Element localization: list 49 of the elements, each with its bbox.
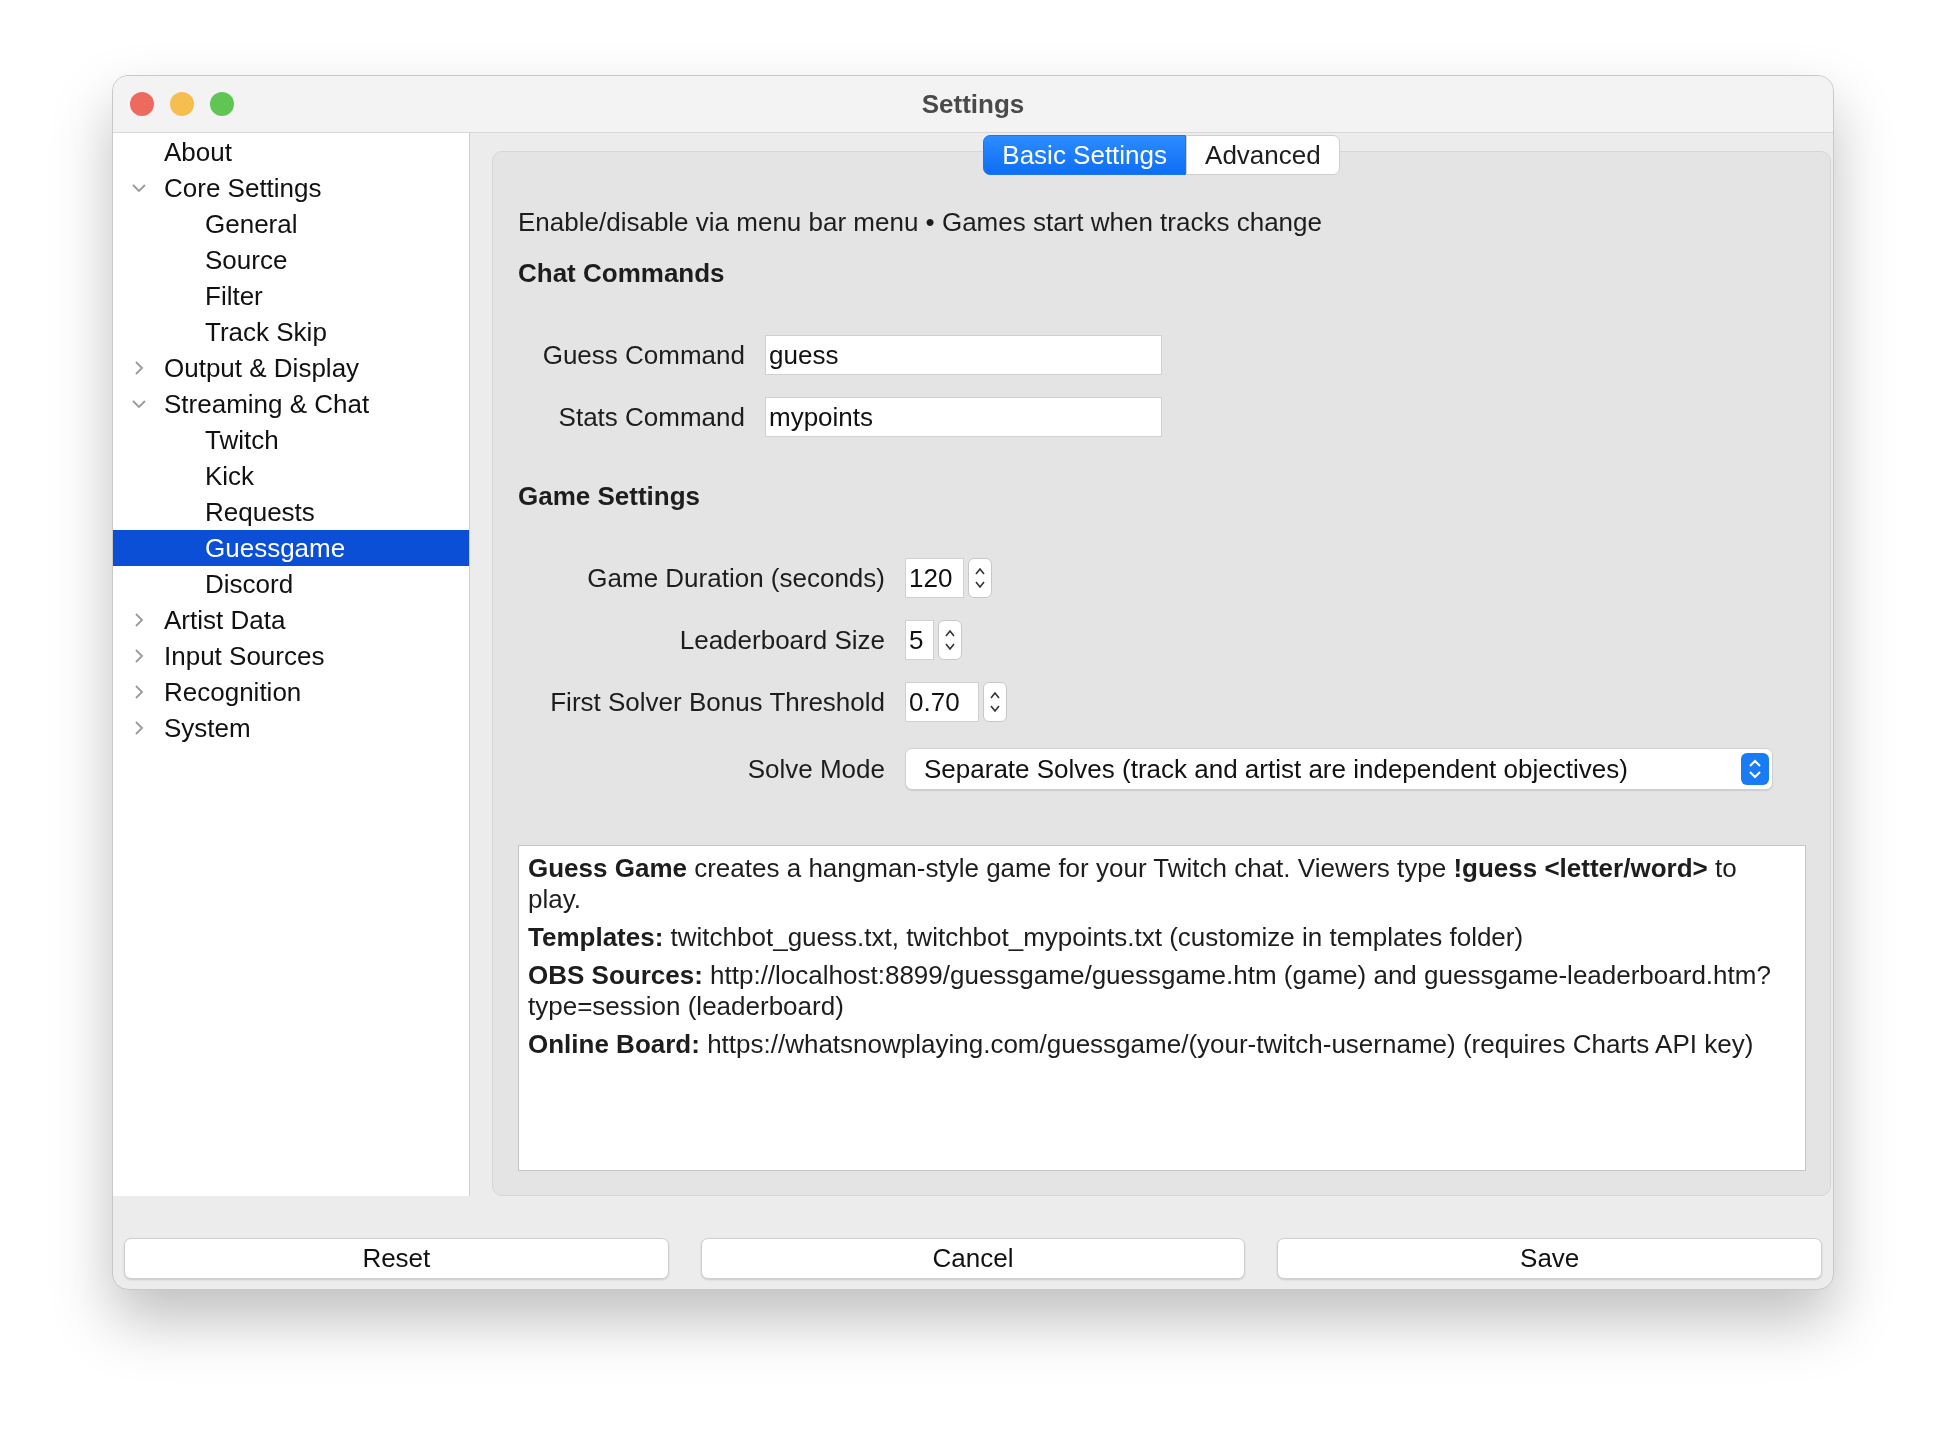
sidebar-item[interactable]: System [113,710,469,746]
zoom-button[interactable] [210,92,234,116]
tab[interactable]: Basic Settings [983,135,1187,175]
field-label: First Solver Bonus Threshold [549,686,885,718]
tab[interactable]: Advanced [1186,135,1340,175]
text-field[interactable]: guess [765,335,1162,375]
field-label: Game Duration (seconds) [586,562,885,594]
dialog-button[interactable]: Reset [124,1238,669,1279]
section-heading: Game Settings [518,480,702,512]
sidebar-item[interactable]: Requests [113,494,469,530]
sidebar-item[interactable]: Recognition [113,674,469,710]
sidebar-item[interactable]: Streaming & Chat [113,386,469,422]
help-paragraph: Guess Game creates a hangman-style game for your Twitch chat. Viewers type !guess <letter/word> to play. [528,853,1738,915]
intro-text: Enable/disable via menu bar menu • Games start when tracks change [518,206,1323,238]
sidebar-item[interactable]: Kick [113,458,469,494]
sidebar-item[interactable]: About [113,134,469,170]
stepper[interactable] [983,682,1007,722]
help-paragraph: OBS Sources: http://localhost:8899/guessgame/guessgame.htm (game) and guessgame-leaderboard.htm?type=session (leaderboard) [528,960,1772,1022]
dialog-button[interactable]: Cancel [700,1238,1246,1279]
close-button[interactable] [130,92,154,116]
sidebar-item[interactable]: Core Settings [113,170,469,206]
sidebar-item[interactable]: General [113,206,469,242]
help-paragraph: Online Board: https://whatsnowplaying.com/guessgame/(your-twitch-username) (requires Charts API key) [528,1029,1755,1060]
up-down-arrows-icon [1741,753,1769,785]
section-heading: Chat Commands [518,257,726,289]
sidebar-item[interactable]: Source [113,242,469,278]
sidebar-item[interactable]: Discord [113,566,469,602]
dialog-button[interactable]: Save [1277,1238,1822,1279]
sidebar-item[interactable]: Input Sources [113,638,469,674]
field-label: Stats Command [557,401,745,433]
number-field[interactable]: 120 [905,558,964,598]
minimize-button[interactable] [170,92,194,116]
number-field[interactable]: 5 [905,620,934,660]
field-label: Solve Mode [746,753,885,785]
sidebar-item[interactable]: Twitch [113,422,469,458]
window-title: Settings [921,88,1025,120]
help-paragraph: Templates: twitchbot_guess.txt, twitchbot_mypoints.txt (customize in templates folder) [528,922,1525,953]
field-label: Guess Command [541,339,745,371]
stepper[interactable] [938,620,962,660]
sidebar-item[interactable]: Guessgame [113,530,469,566]
solve-mode-dropdown[interactable]: Separate Solves (track and artist are independent objectives) [905,748,1773,790]
sidebar-item[interactable]: Track Skip [113,314,469,350]
sidebar-item[interactable]: Artist Data [113,602,469,638]
text-field[interactable]: mypoints [765,397,1162,437]
number-field[interactable]: 0.70 [905,682,979,722]
stepper[interactable] [968,558,992,598]
field-label: Leaderboard Size [678,624,885,656]
sidebar-item[interactable]: Output & Display [113,350,469,386]
sidebar-item[interactable]: Filter [113,278,469,314]
